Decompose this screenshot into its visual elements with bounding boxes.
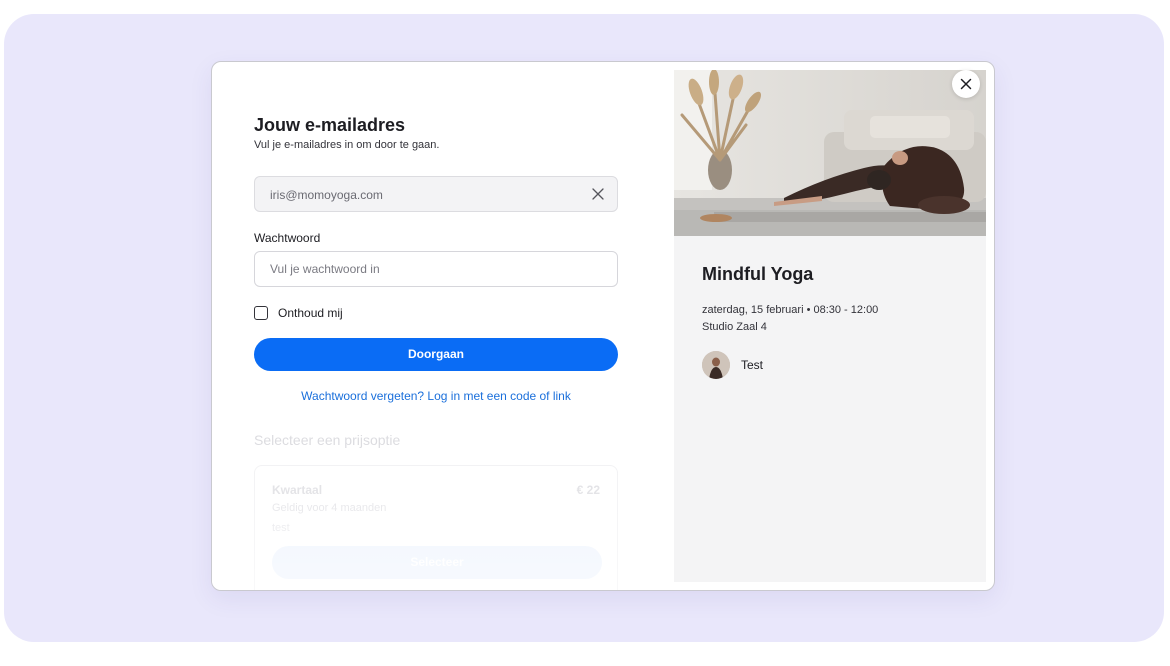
- remember-me-label: Onthoud mij: [278, 306, 343, 320]
- close-icon[interactable]: [591, 187, 605, 201]
- event-location: Studio Zaal 4: [702, 321, 767, 333]
- price-option-validity: Geldig voor 4 maanden: [272, 502, 387, 514]
- event-datetime: zaterdag, 15 februari • 08:30 - 12:00: [702, 304, 879, 316]
- login-panel: Jouw e-mailadres Vul je e-mailadres in o…: [212, 62, 674, 590]
- event-image: [674, 70, 986, 236]
- price-option-amount: € 22: [576, 483, 600, 497]
- teacher-info: Test: [702, 351, 763, 379]
- remember-me-checkbox[interactable]: Onthoud mij: [254, 306, 343, 320]
- booking-modal: Jouw e-mailadres Vul je e-mailadres in o…: [211, 61, 995, 591]
- price-option-card: Kwartaal € 22 Geldig voor 4 maanden test…: [254, 465, 618, 590]
- teacher-name: Test: [741, 358, 764, 372]
- price-option-name: Kwartaal: [272, 483, 323, 497]
- password-label: Wachtwoord: [254, 231, 321, 245]
- event-title: Mindful Yoga: [702, 264, 814, 284]
- continue-button[interactable]: Doorgaan: [254, 338, 618, 371]
- checkbox-unchecked-icon[interactable]: [254, 306, 268, 320]
- password-input[interactable]: [254, 251, 618, 287]
- email-value: iris@momoyoga.com: [270, 188, 383, 202]
- forgot-password-link[interactable]: Wachtwoord vergeten? Log in met een code…: [254, 389, 618, 403]
- page-title: Jouw e-mailadres: [254, 115, 406, 135]
- price-options-heading: Selecteer een prijsoptie: [254, 432, 401, 448]
- close-icon[interactable]: [952, 70, 980, 98]
- price-option-description: test: [272, 522, 290, 534]
- select-price-button[interactable]: Selecteer: [272, 546, 602, 579]
- page-subtitle: Vul je e-mailadres in om door te gaan.: [254, 139, 440, 151]
- event-panel: Mindful Yoga zaterdag, 15 februari • 08:…: [674, 70, 986, 582]
- email-field[interactable]: iris@momoyoga.com: [254, 176, 618, 212]
- avatar: [702, 351, 730, 379]
